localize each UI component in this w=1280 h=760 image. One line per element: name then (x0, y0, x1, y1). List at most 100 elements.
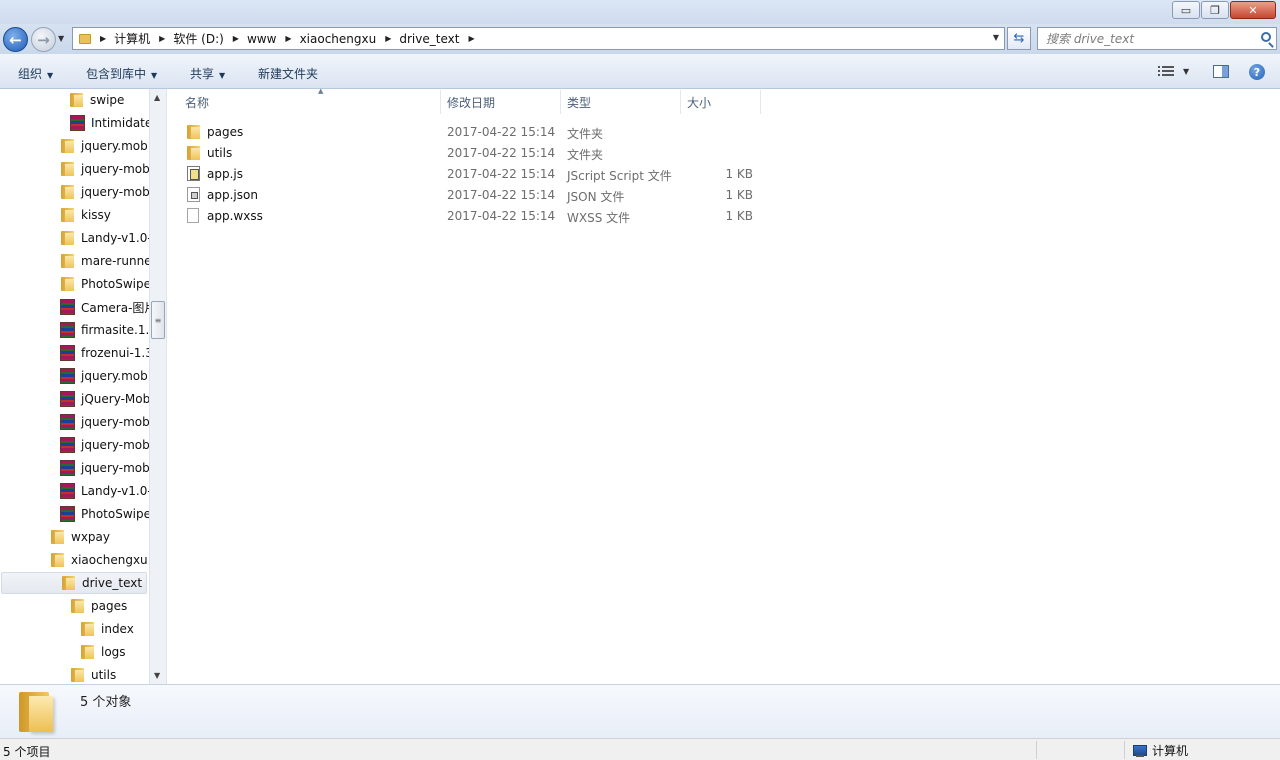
nav-item[interactable]: xiaochengxu (51, 549, 148, 571)
sort-ascending-icon: ▲ (318, 87, 324, 95)
nav-item[interactable]: frozenui-1.3 (60, 342, 149, 364)
folder-icon (19, 689, 57, 733)
file-name: pages (207, 125, 244, 139)
file-type: 文件夹 (567, 148, 604, 162)
folder-icon (79, 33, 91, 44)
folder-icon (81, 621, 94, 637)
nav-item[interactable]: PhotoSwipe (61, 273, 149, 295)
close-button[interactable]: ✕ (1230, 1, 1276, 19)
scroll-up-icon[interactable]: ▲ (154, 93, 160, 102)
title-bar: ▭ ❐ ✕ (0, 0, 1280, 24)
column-header-type[interactable]: 类型 (561, 90, 681, 114)
nav-item[interactable]: Landy-v1.0- (61, 227, 149, 249)
file-row[interactable]: app.js 2017-04-22 15:14 JScript Script 文… (185, 164, 761, 185)
nav-item[interactable]: mare-runne (61, 250, 149, 272)
nav-item[interactable]: jquery.mob (61, 135, 148, 157)
breadcrumb-drive-d[interactable]: 软件 (D:) (173, 30, 223, 47)
column-header-size[interactable]: 大小 (681, 90, 761, 114)
preview-pane-icon[interactable] (1213, 65, 1229, 78)
js-file-icon (187, 166, 200, 181)
folder-icon (71, 667, 84, 683)
folder-icon (61, 207, 74, 223)
nav-item[interactable]: firmasite.1.3 (60, 319, 149, 341)
breadcrumb-separator-icon[interactable]: ▶ (468, 34, 474, 43)
nav-item[interactable]: swipe (70, 89, 124, 111)
nav-item[interactable]: jquery-mob (61, 181, 149, 203)
forward-button[interactable]: → (31, 27, 56, 52)
nav-item-selected[interactable]: drive_text (1, 572, 147, 594)
address-bar[interactable]: ▶ 计算机 ▶ 软件 (D:) ▶ www ▶ xiaochengxu ▶ dr… (72, 27, 1005, 50)
status-divider (1124, 741, 1125, 759)
breadcrumb-xiaochengxu[interactable]: xiaochengxu (300, 32, 377, 46)
scrollbar-thumb[interactable]: ≡ (151, 301, 165, 339)
back-arrow-icon: ← (9, 30, 22, 49)
address-history-dropdown[interactable]: ▼ (993, 33, 999, 42)
nav-item[interactable]: Intimidate (70, 112, 149, 134)
rar-archive-icon (60, 483, 75, 499)
nav-item[interactable]: kissy (61, 204, 111, 226)
include-in-library-button[interactable]: 包含到库中 ▼ (86, 65, 157, 82)
file-row[interactable]: pages 2017-04-22 15:14 文件夹 (185, 122, 761, 143)
minimize-button[interactable]: ▭ (1172, 1, 1200, 19)
column-header-modified[interactable]: 修改日期 (441, 90, 561, 114)
recent-pages-dropdown[interactable]: ▼ (58, 34, 64, 43)
folder-icon (61, 138, 74, 154)
search-icon[interactable] (1261, 32, 1271, 42)
search-input[interactable] (1038, 28, 1248, 49)
nav-item[interactable]: jquery.mob (60, 365, 148, 387)
file-type: JSON 文件 (567, 190, 625, 204)
file-name: app.json (207, 188, 258, 202)
refresh-icon: ⇆ (1013, 31, 1025, 46)
nav-item[interactable]: logs (81, 641, 126, 663)
folder-icon (71, 598, 84, 614)
breadcrumb-separator-icon[interactable]: ▶ (159, 34, 165, 43)
maximize-button[interactable]: ❐ (1201, 1, 1229, 19)
json-file-icon (187, 187, 200, 202)
breadcrumb-separator-icon[interactable]: ▶ (100, 34, 106, 43)
breadcrumb-drive-text[interactable]: drive_text (399, 32, 459, 46)
change-view-icon[interactable] (1158, 66, 1174, 78)
nav-item[interactable]: wxpay (51, 526, 110, 548)
details-pane: 5 个对象 (0, 684, 1280, 738)
refresh-button[interactable]: ⇆ (1007, 27, 1031, 50)
breadcrumb-computer[interactable]: 计算机 (114, 30, 150, 47)
share-button[interactable]: 共享 ▼ (190, 65, 225, 82)
nav-item[interactable]: jQuery-Mob (60, 388, 149, 410)
folder-icon (61, 276, 74, 292)
help-icon[interactable]: ? (1249, 64, 1265, 80)
chevron-down-icon: ▼ (151, 71, 158, 80)
nav-item[interactable]: Landy-v1.0- (60, 480, 149, 502)
breadcrumb-separator-icon[interactable]: ▶ (285, 34, 291, 43)
organize-button[interactable]: 组织 ▼ (18, 65, 53, 82)
nav-item[interactable]: jquery-mob (60, 434, 149, 456)
nav-item[interactable]: PhotoSwipe (60, 503, 149, 525)
breadcrumb-www[interactable]: www (247, 32, 276, 46)
nav-item[interactable]: pages (71, 595, 127, 617)
forward-arrow-icon: → (37, 30, 50, 49)
breadcrumb-separator-icon[interactable]: ▶ (385, 34, 391, 43)
file-size: 1 KB (725, 209, 753, 223)
item-count: 5 个项目 (3, 745, 51, 759)
navigation-scrollbar[interactable]: ▲ ≡ ▼ (149, 89, 166, 684)
navigation-pane: swipe Intimidate jquery.mob jquery-mob j… (0, 89, 149, 684)
nav-item[interactable]: utils (71, 664, 116, 684)
nav-item[interactable]: Camera-图片 (60, 296, 149, 318)
status-bar: 5 个项目 计算机 (0, 738, 1280, 760)
back-button[interactable]: ← (3, 27, 28, 52)
nav-item[interactable]: jquery-mob (61, 158, 149, 180)
nav-item[interactable]: jquery-mob (60, 457, 149, 479)
nav-item[interactable]: index (81, 618, 134, 640)
file-row[interactable]: utils 2017-04-22 15:14 文件夹 (185, 143, 761, 164)
new-folder-button[interactable]: 新建文件夹 (258, 65, 318, 82)
address-row: ← → ▼ ▶ 计算机 ▶ 软件 (D:) ▶ www ▶ xiaochengx… (0, 24, 1280, 54)
file-row[interactable]: app.json 2017-04-22 15:14 JSON 文件 1 KB (185, 185, 761, 206)
column-header-name[interactable]: 名称 ▲ (179, 87, 441, 114)
file-size: 1 KB (725, 188, 753, 202)
file-size: 1 KB (725, 167, 753, 181)
folder-icon (62, 575, 75, 591)
view-options-dropdown[interactable]: ▼ (1183, 67, 1189, 76)
scroll-down-icon[interactable]: ▼ (154, 671, 160, 680)
file-row[interactable]: app.wxss 2017-04-22 15:14 WXSS 文件 1 KB (185, 206, 761, 227)
nav-item[interactable]: jquery-mob (60, 411, 149, 433)
breadcrumb-separator-icon[interactable]: ▶ (233, 34, 239, 43)
